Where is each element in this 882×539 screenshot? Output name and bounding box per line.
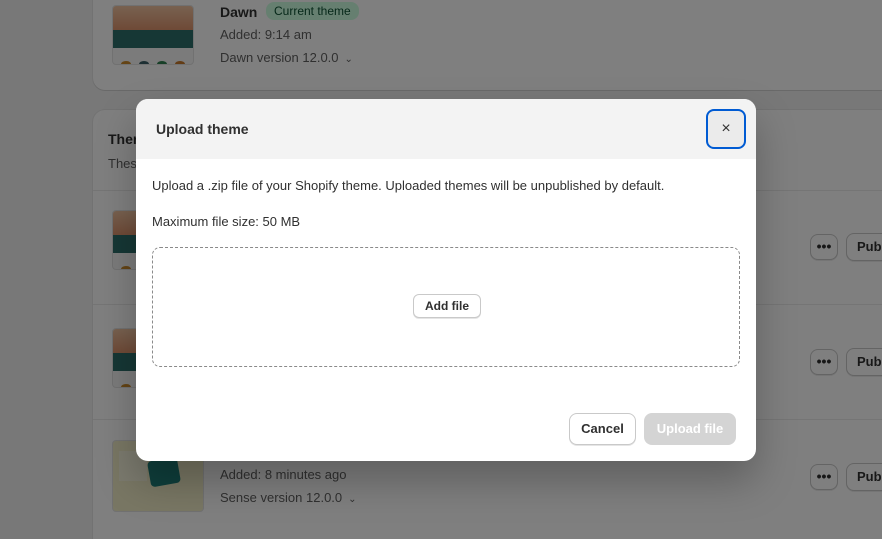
- upload-theme-modal: Upload theme × Upload a .zip file of you…: [136, 99, 756, 461]
- close-icon: ×: [721, 120, 731, 137]
- cancel-button[interactable]: Cancel: [569, 413, 636, 445]
- close-button[interactable]: ×: [706, 109, 746, 149]
- modal-title: Upload theme: [156, 121, 249, 137]
- add-file-button[interactable]: Add file: [413, 294, 481, 318]
- file-dropzone[interactable]: Add file: [152, 247, 740, 367]
- modal-header: Upload theme ×: [136, 99, 756, 159]
- max-file-size: Maximum file size: 50 MB: [152, 214, 301, 229]
- modal-description: Upload a .zip file of your Shopify theme…: [152, 178, 665, 193]
- upload-file-button[interactable]: Upload file: [644, 413, 736, 445]
- themes-page: Dawn Current theme Added: 9:14 am Dawn v…: [0, 0, 882, 539]
